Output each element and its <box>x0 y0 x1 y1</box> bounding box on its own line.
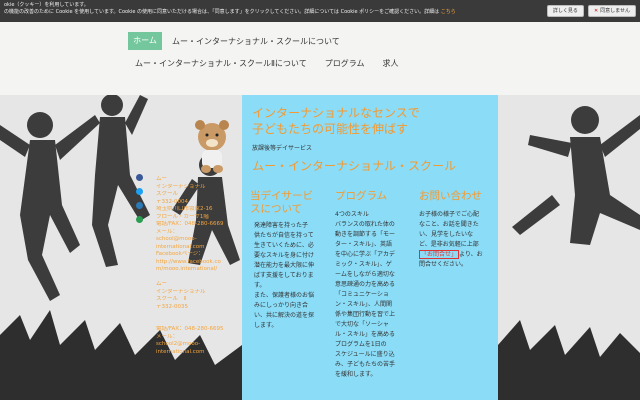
about-heading: 当デイサービ スについて <box>250 190 313 215</box>
cookie-message: の機能の改善のために Cookie を使用しています。Cookie の使用に同意… <box>4 9 456 15</box>
program-text-line: 「コミュニケーショ <box>335 291 389 298</box>
program-text-line: 動きを調節する「モー <box>335 231 396 238</box>
contact-text-line: なこと、お話を聞きた <box>419 221 479 228</box>
contact-info: ムー インターナショナル スクール 〒332-0004 埼玉県川口市領家2-16 フロール… <box>156 176 236 356</box>
cookie-decline-button[interactable]: ✕ 同意しません <box>587 5 636 17</box>
program-text-line: プログラムを1日の <box>335 341 387 348</box>
content-panel: インターナショナルなセンスで 子どもたちの可能性を伸ばす 放課後等デイサービス … <box>242 95 498 400</box>
about-text-line: 要なスキルを身に付け <box>254 252 315 259</box>
cookie-details-button[interactable]: 詳しく見る <box>546 5 584 17</box>
about-text: 発達障害を持った子 供たちが自信を持って 生きていくために、必 要なスキルを身に付け潜… <box>254 221 329 331</box>
contact-line: 埼玉県川口市領家2-16 <box>156 206 213 212</box>
social-icons <box>136 174 143 223</box>
cookie-policy-link[interactable]: こちら <box>441 9 456 15</box>
inquiry-link[interactable]: 「お問合せ」 <box>419 250 460 259</box>
contact-line: インターナショナル <box>156 288 206 295</box>
program-text-line: ル・スキル」を高める <box>335 331 396 338</box>
contact-line: Facebookページ： <box>156 251 204 257</box>
contact-line: 〒332-0035 <box>156 303 188 310</box>
mail-icon[interactable] <box>136 202 143 209</box>
service-subtitle: 放課後等デイサービス <box>252 145 313 152</box>
twitter-icon[interactable] <box>136 188 143 195</box>
nav-about-2[interactable]: ムー・インターナショナル・スクールⅡについて <box>135 58 307 69</box>
nav-jobs[interactable]: 求人 <box>382 58 398 69</box>
contact-line <box>156 274 236 282</box>
cookie-banner: okie（クッキー）を利用しています。 の機能の改善のために Cookie を使… <box>0 0 640 22</box>
about-text-line: みにしっかり向き合 <box>254 302 309 309</box>
close-icon: ✕ <box>593 8 599 14</box>
line-icon[interactable] <box>136 216 143 223</box>
contact-text-line: お子様の様子でご心配 <box>419 211 480 218</box>
about-text-line: また、保護者様のお悩 <box>254 292 315 299</box>
contact-line: m/mooo.international/ <box>156 266 218 272</box>
contact-line <box>156 311 236 319</box>
nav-about[interactable]: ムー・インターナショナル・スクールについて <box>172 36 340 47</box>
contact-heading: お問い合わせ <box>419 190 482 202</box>
nav-home[interactable]: ホーム <box>128 32 162 50</box>
contact-line: international.com <box>156 348 205 355</box>
about-text-line: 生きていくために、必 <box>254 242 314 249</box>
about-text-line: ばす支援をしておりま <box>254 272 314 279</box>
contact-text-line: ど、是非お気軽に上部 <box>419 241 479 248</box>
contact-line <box>156 319 236 327</box>
about-text-line: 発達障害を持った子 <box>254 222 309 229</box>
program-text-line: バランスの取れた体の <box>335 221 395 228</box>
program-text-line: を中心に学ぶ「アカデ <box>335 251 396 258</box>
program-text-line: み、子どもたちの苦手 <box>335 361 396 368</box>
program-text-line: スケジュールに盛り込 <box>335 351 395 358</box>
nav-program[interactable]: プログラム <box>325 58 365 69</box>
contact-line: 電話/FAX：048-280-6695 <box>156 326 224 332</box>
program-text-line: 4つのスキル <box>335 211 369 218</box>
contact-line: 電話/FAX：048-280-6669 <box>156 221 224 227</box>
contact-line: http://www.facebook.co <box>156 258 221 265</box>
school-name: ムー・インターナショナル・スクール <box>252 159 457 173</box>
contact-line: インターナショナル <box>156 183 206 190</box>
program-heading: プログラム <box>335 190 388 202</box>
about-text-line: す。 <box>254 282 266 289</box>
about-text-line: い、共に解決の道を探 <box>254 312 315 319</box>
program-text-line: ームをしながら適切な <box>335 271 395 278</box>
program-text-line: を緩和します。 <box>335 371 377 378</box>
contact-text: お子様の様子でご心配 なこと、お話を聞きた い、見学をしたいな ど、是非お気軽に上部 … <box>419 210 497 270</box>
program-text-line: ン・スキル」、人間関 <box>335 301 393 308</box>
about-text-line: 供たちが自信を持って <box>254 232 314 239</box>
contact-line: 〒332-0004 <box>156 198 188 205</box>
contact-line: ムー <box>156 281 168 287</box>
facebook-icon[interactable] <box>136 174 143 181</box>
contact-line: スクール Ⅱ <box>156 296 187 302</box>
contact-line: ムー <box>156 176 168 182</box>
contact-line: メール： <box>156 333 179 340</box>
about-text-line: します。 <box>254 322 278 329</box>
cookie-title: okie（クッキー）を利用しています。 <box>4 2 89 8</box>
program-text: 4つのスキルバランスの取れた体の 動きを調節する「モー ター・スキル」、英語 を中心に… <box>335 210 415 380</box>
site-header: ホーム ムー・インターナショナル・スクールについて ムー・インターナショナル・ス… <box>0 22 640 95</box>
contact-line: international.com <box>156 243 205 250</box>
program-text-line: 係や集団行動を習で上 <box>335 311 396 318</box>
program-text-line: で大切な「ソーシャ <box>335 321 389 328</box>
contact-line: school2@mooo- <box>156 341 201 347</box>
contact-line: スクール <box>156 191 179 197</box>
program-text-line: ミック・スキル」、ゲ <box>335 261 392 268</box>
page-title: インターナショナルなセンスで 子どもたちの可能性を伸ばす <box>252 106 420 136</box>
contact-text-line: い、見学をしたいな <box>419 231 474 238</box>
contact-line: メール： <box>156 228 179 235</box>
contact-line: school@mooo- <box>156 236 197 242</box>
program-text-line: ター・スキル」、英語 <box>335 241 393 248</box>
contact-line: フロール・カーサ1階 <box>156 213 209 220</box>
nav-row-2: ムー・インターナショナル・スクールⅡについて プログラム 求人 <box>135 58 398 69</box>
about-text-line: 潜在能力を最大限に伸 <box>254 262 315 269</box>
program-text-line: 意思疎通の力を高める <box>335 281 396 288</box>
